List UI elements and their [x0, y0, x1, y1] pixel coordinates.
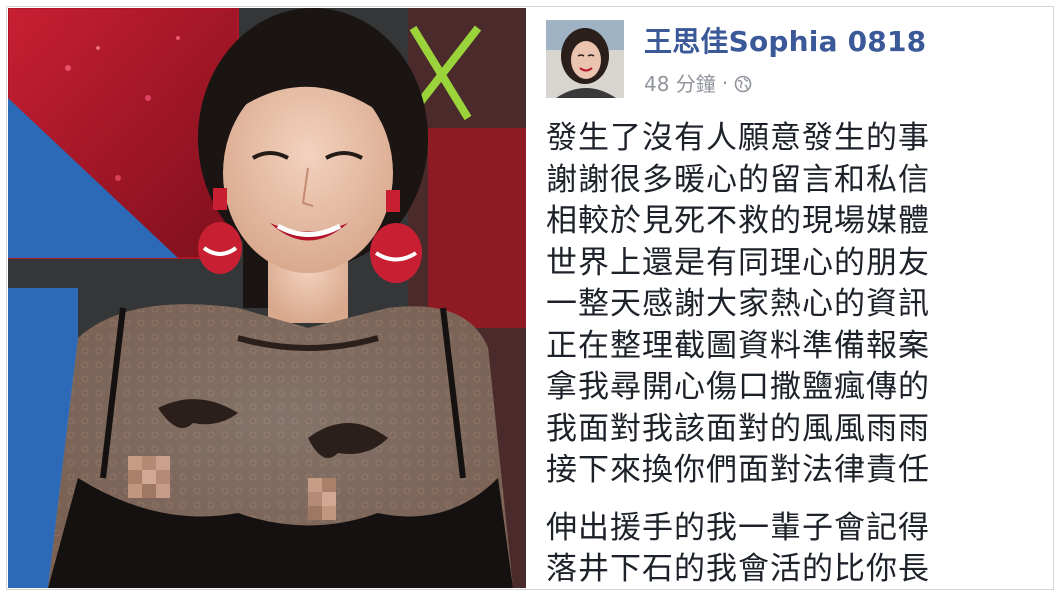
post-meta: 48 分鐘 ·	[644, 68, 752, 97]
post-body-line: 正在整理截圖資料準備報案	[546, 327, 930, 364]
post-body-line: 世界上還是有同理心的朋友	[546, 244, 930, 281]
post-body-line: 發生了沒有人願意發生的事	[546, 120, 930, 156]
post-body-line: 拿我尋開心傷口撒鹽瘋傳的	[546, 369, 930, 405]
post-closing-line: 伸出援手的我一輩子會記得	[546, 509, 930, 546]
avatar-image	[546, 20, 624, 98]
author-name-link[interactable]: 王思佳Sophia 0818	[644, 20, 926, 60]
facebook-post: 王思佳Sophia 0818 48 分鐘 · 發生了沒有人願意發生的事 謝謝很多…	[534, 8, 1046, 588]
post-body-line: 謝謝很多暖心的留言和私信	[546, 161, 930, 198]
post-body-line: 我面對我該面對的風風雨雨	[546, 410, 930, 447]
post-body-line: 一整天感謝大家熱心的資訊	[546, 286, 930, 322]
globe-icon[interactable]	[734, 74, 752, 92]
meta-separator: ·	[721, 70, 729, 95]
post-body-line: 相較於見死不救的現場媒體	[546, 203, 930, 239]
post-timestamp[interactable]: 48 分鐘	[644, 68, 716, 97]
event-photo-illustration	[8, 8, 526, 588]
post-body-line: 接下來換你們面對法律責任	[546, 452, 930, 488]
post-closing-line: 落井下石的我會活的比你長	[546, 551, 930, 587]
avatar[interactable]	[546, 20, 624, 98]
event-photo	[8, 8, 526, 588]
paragraph-break	[546, 492, 1042, 508]
post-body: 發生了沒有人願意發生的事 謝謝很多暖心的留言和私信 相較於見死不救的現場媒體 世…	[546, 118, 1042, 591]
